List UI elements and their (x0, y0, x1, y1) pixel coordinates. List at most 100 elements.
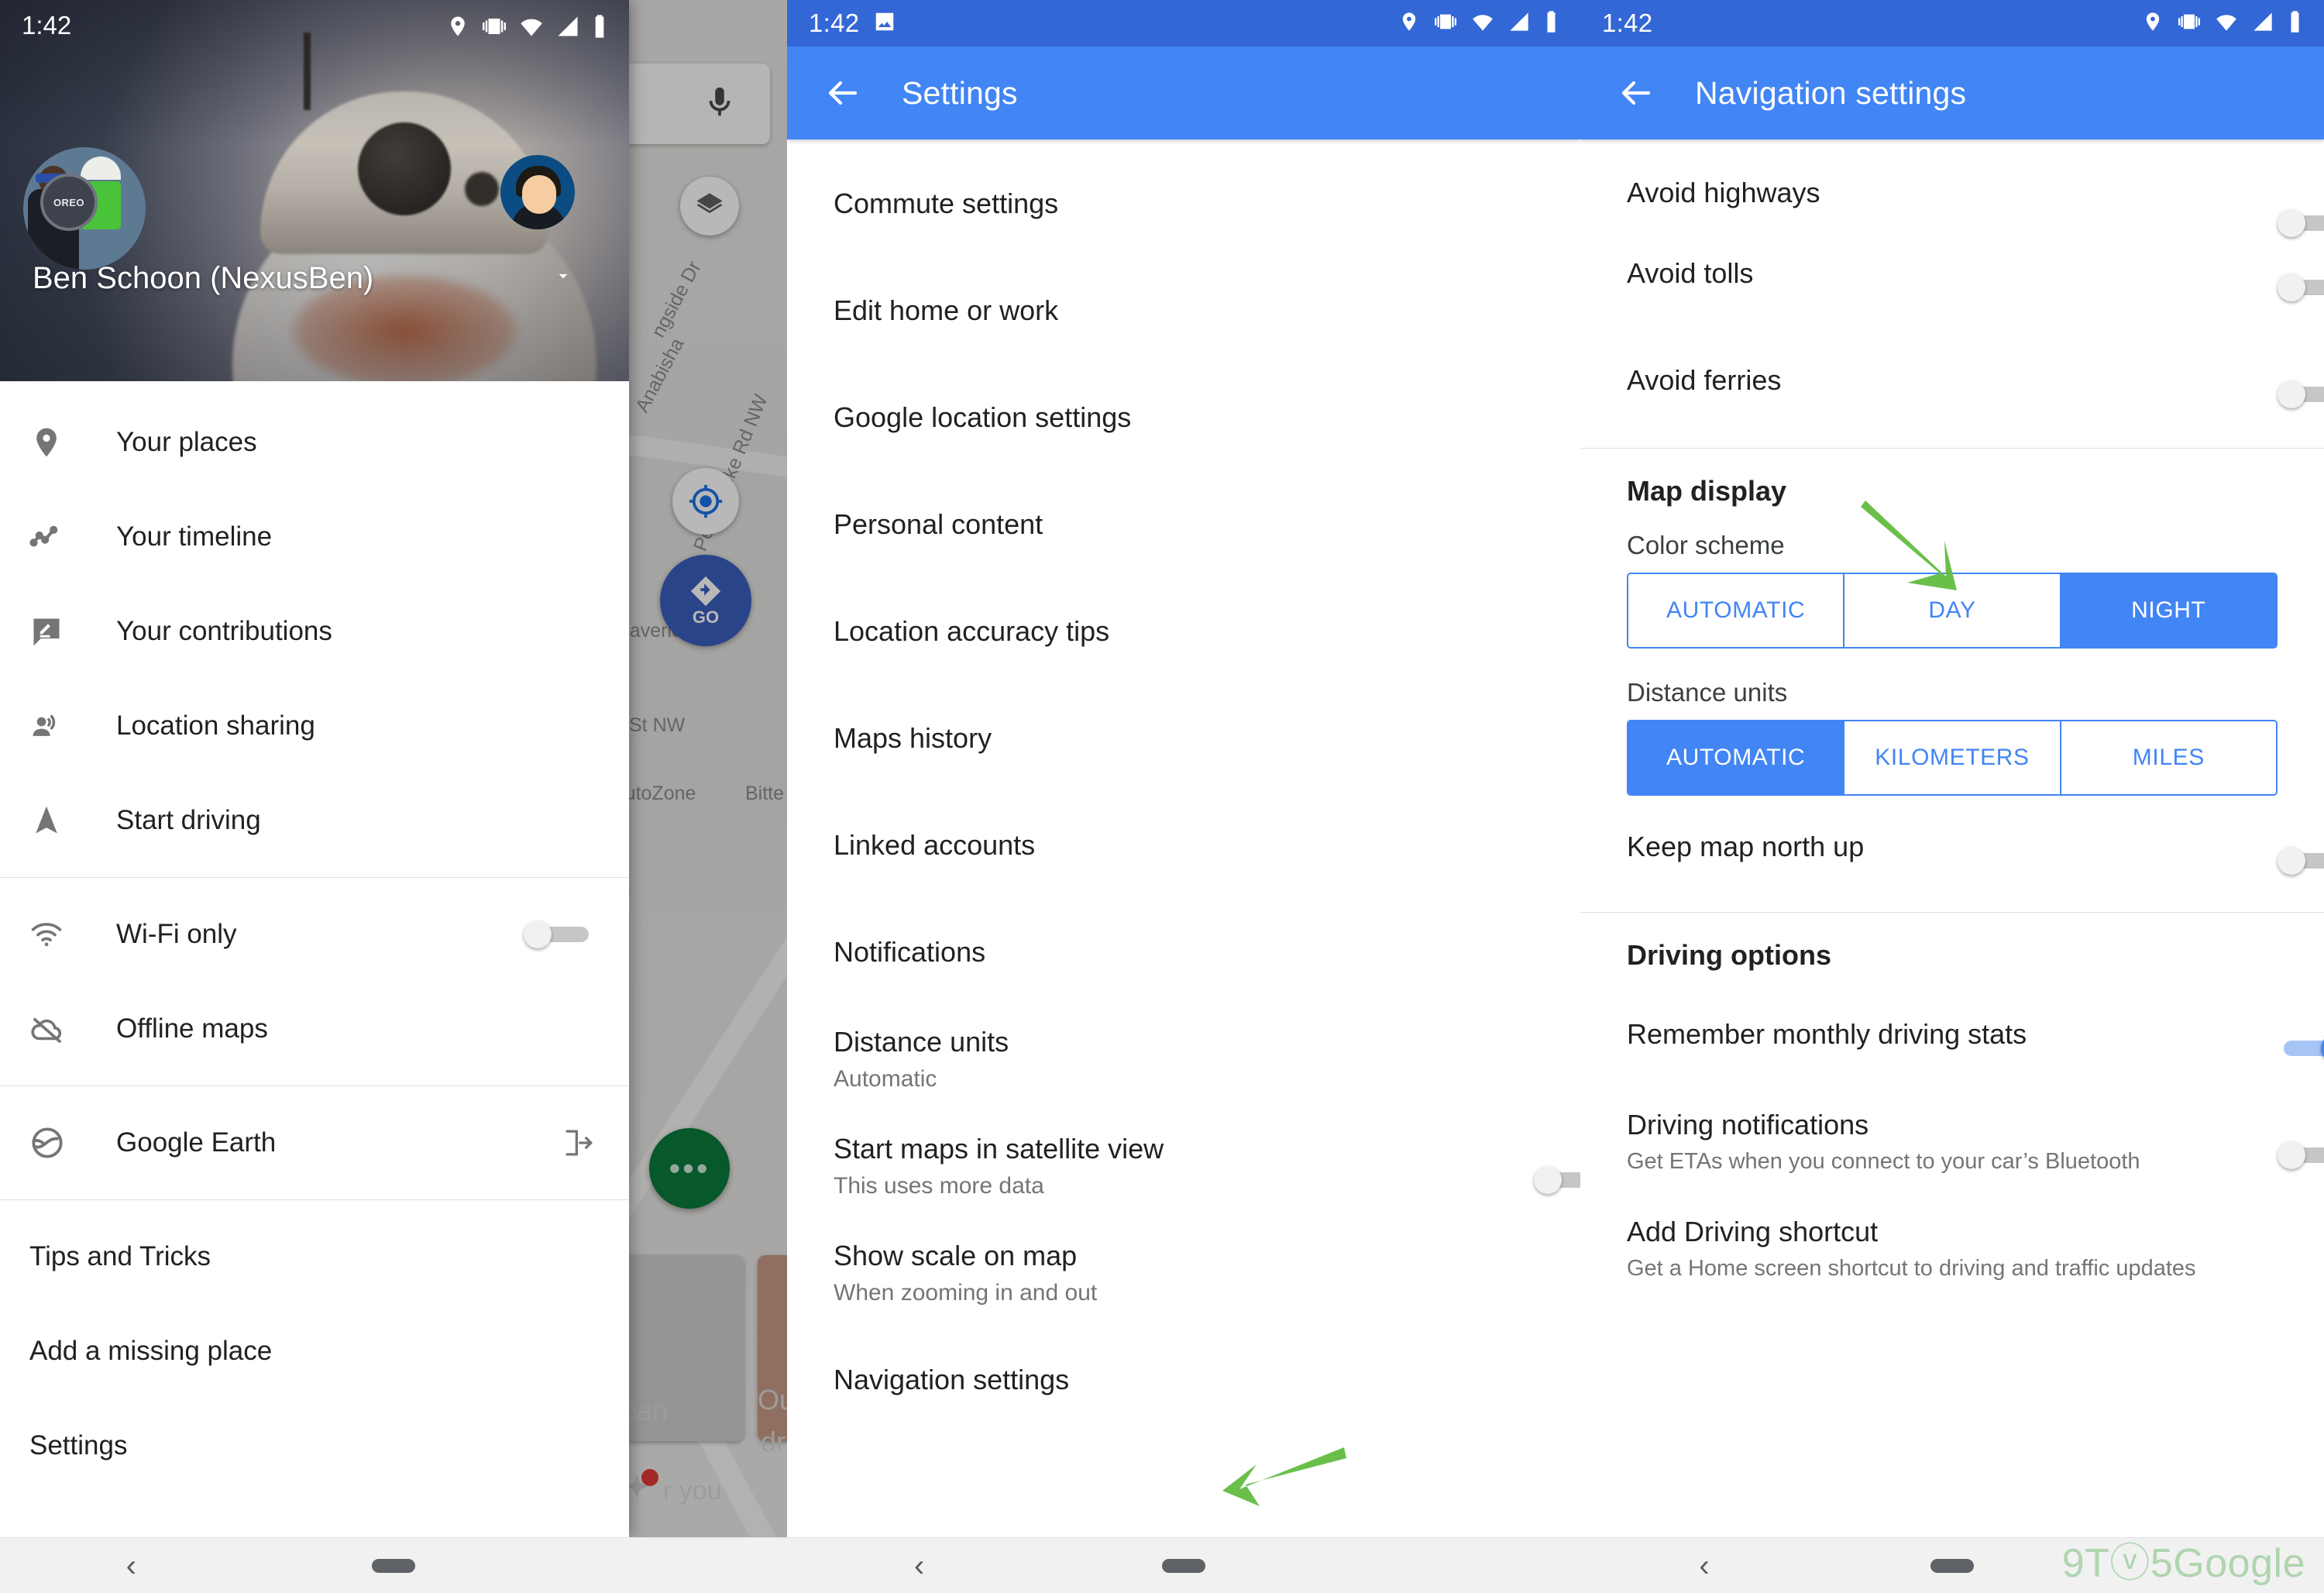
chevron-down-icon[interactable] (548, 266, 578, 290)
section-title-map-display: Map display (1627, 475, 1787, 507)
section-title-driving-options: Driving options (1627, 939, 1831, 971)
open-in-new-icon[interactable] (562, 1127, 595, 1159)
drawer-item-label: Google Earth (116, 1127, 277, 1158)
nav-row-driving-notifications[interactable]: Driving notifications Get ETAs when you … (1580, 1088, 2324, 1195)
vibrate-icon (1434, 11, 1457, 36)
system-home-button[interactable] (1828, 1558, 2076, 1573)
status-bar-time: 1:42 (22, 11, 72, 40)
settings-item-title: Notifications (834, 936, 986, 968)
cellular-signal-icon (556, 15, 579, 42)
settings-item-title: Edit home or work (834, 294, 1059, 326)
settings-item-navigation-settings[interactable]: Navigation settings (787, 1326, 1580, 1433)
drawer-item-settings[interactable]: Settings (0, 1399, 629, 1493)
system-navigation-bar: ‹ (0, 1537, 787, 1593)
timeline-icon (29, 520, 88, 554)
arrow-back-icon[interactable] (1614, 71, 1658, 115)
settings-item-subtitle: Automatic (834, 1066, 937, 1092)
nav-row-title: Remember monthly driving stats (1627, 1018, 2027, 1050)
status-bar: 1:42 (787, 0, 1580, 46)
settings-item-list: Commute settings Edit home or work Googl… (787, 139, 1580, 1537)
settings-item-title: Location accuracy tips (834, 615, 1110, 647)
drawer-item-offline-maps[interactable]: Offline maps (0, 982, 629, 1076)
settings-item-commute-settings[interactable]: Commute settings (787, 150, 1580, 257)
distance-units-segmented-control: AUTOMATIC KILOMETERS MILES (1627, 720, 2278, 796)
color-scheme-option-day[interactable]: DAY (1844, 574, 2061, 647)
nav-row-title: Driving notifications (1627, 1108, 1869, 1141)
settings-item-start-maps-in-satellite-view[interactable]: Start maps in satellite view This uses m… (787, 1113, 1580, 1220)
nav-row-avoid-highways[interactable]: Avoid highways (1580, 139, 2324, 237)
phone-screen-navigation-settings: 1:42 Navigation settings Avoid highways (1580, 0, 2324, 1593)
drawer-item-tips-and-tricks[interactable]: Tips and Tricks (0, 1209, 629, 1304)
navigation-drawer: 1:42 OREO Ben Schoon (NexusBen) Your pla… (0, 0, 629, 1537)
wifi-status-icon (519, 15, 544, 42)
color-scheme-label: Color scheme (1627, 531, 1785, 559)
nav-row-remember-monthly-driving-stats[interactable]: Remember monthly driving stats (1580, 981, 2324, 1088)
cloud-off-icon (29, 1011, 88, 1047)
nav-row-avoid-ferries[interactable]: Avoid ferries (1580, 327, 2324, 434)
status-bar-time: 1:42 (1602, 9, 1653, 37)
color-scheme-option-night[interactable]: NIGHT (2061, 574, 2276, 647)
distance-units-option-miles[interactable]: MILES (2061, 721, 2276, 794)
battery-icon (592, 14, 607, 43)
battery-icon (1544, 10, 1559, 37)
drawer-item-start-driving[interactable]: Start driving (0, 773, 629, 868)
system-back-button[interactable]: ‹ (787, 1550, 1051, 1581)
settings-item-title: Google location settings (834, 401, 1132, 433)
drawer-item-google-earth[interactable]: Google Earth (0, 1096, 629, 1190)
navigation-settings-list: Avoid highways Avoid tolls Avoid ferries… (1580, 139, 2324, 1537)
drawer-item-location-sharing[interactable]: Location sharing (0, 679, 629, 773)
screenshot-image-icon (873, 10, 896, 37)
settings-item-edit-home-or-work[interactable]: Edit home or work (787, 257, 1580, 364)
system-home-button[interactable] (263, 1558, 525, 1573)
settings-item-distance-units[interactable]: Distance units Automatic (787, 1006, 1580, 1113)
color-scheme-option-automatic[interactable]: AUTOMATIC (1628, 574, 1845, 647)
system-home-button[interactable] (1051, 1558, 1315, 1573)
secondary-account-avatar[interactable] (500, 155, 575, 229)
system-back-button[interactable]: ‹ (1580, 1550, 1828, 1581)
nav-row-add-driving-shortcut[interactable]: Add Driving shortcut Get a Home screen s… (1580, 1195, 2324, 1302)
system-back-button[interactable]: ‹ (0, 1550, 263, 1581)
person-share-icon (29, 709, 88, 743)
settings-item-title: Linked accounts (834, 829, 1036, 861)
wifi-only-switch[interactable] (524, 920, 595, 948)
nav-row-avoid-tolls[interactable]: Avoid tolls (1580, 220, 2324, 327)
status-bar: 1:42 (1580, 0, 2324, 46)
place-pin-icon (29, 425, 88, 459)
settings-item-linked-accounts[interactable]: Linked accounts (787, 792, 1580, 899)
drawer-item-add-a-missing-place[interactable]: Add a missing place (0, 1304, 629, 1399)
distance-units-option-automatic[interactable]: AUTOMATIC (1628, 721, 1845, 794)
settings-item-personal-content[interactable]: Personal content (787, 471, 1580, 578)
divider (1580, 448, 2324, 449)
navigation-arrow-icon (29, 803, 88, 838)
settings-item-subtitle: When zooming in and out (834, 1280, 1098, 1306)
settings-item-maps-history[interactable]: Maps history (787, 685, 1580, 792)
edit-contribution-icon (29, 614, 88, 649)
settings-item-google-location-settings[interactable]: Google location settings (787, 364, 1580, 471)
settings-item-notifications[interactable]: Notifications (787, 899, 1580, 1006)
settings-item-location-accuracy-tips[interactable]: Location accuracy tips (787, 578, 1580, 685)
avatar[interactable]: OREO (23, 147, 146, 270)
oreo-badge: OREO (40, 174, 98, 231)
battery-icon (2288, 10, 2302, 37)
cellular-signal-icon (2252, 11, 2274, 36)
drawer-item-your-timeline[interactable]: Your timeline (0, 490, 629, 584)
wifi-status-icon (2215, 11, 2238, 36)
status-bar-icons (446, 14, 607, 43)
drawer-item-your-places[interactable]: Your places (0, 395, 629, 490)
system-navigation-bar: ‹ (787, 1537, 1580, 1593)
distance-units-option-kilometers[interactable]: KILOMETERS (1844, 721, 2061, 794)
nav-row-title: Avoid highways (1627, 177, 1820, 208)
nav-row-subtitle: Get a Home screen shortcut to driving an… (1627, 1255, 2196, 1281)
account-name: Ben Schoon (NexusBen) (33, 261, 374, 295)
nav-row-keep-map-north-up[interactable]: Keep map north up (1580, 796, 2324, 898)
location-pin-icon (2142, 11, 2164, 36)
drawer-item-label: Your places (116, 427, 257, 457)
navigation-settings-app-bar: Navigation settings (1580, 46, 2324, 139)
status-bar-time: 1:42 (809, 9, 860, 37)
drawer-item-label: Location sharing (116, 710, 315, 741)
drawer-item-wifi-only[interactable]: Wi-Fi only (0, 887, 629, 982)
arrow-back-icon[interactable] (821, 71, 865, 115)
drawer-item-label: Tips and Tricks (29, 1241, 211, 1271)
settings-item-show-scale-on-map[interactable]: Show scale on map When zooming in and ou… (787, 1220, 1580, 1326)
drawer-item-your-contributions[interactable]: Your contributions (0, 584, 629, 679)
